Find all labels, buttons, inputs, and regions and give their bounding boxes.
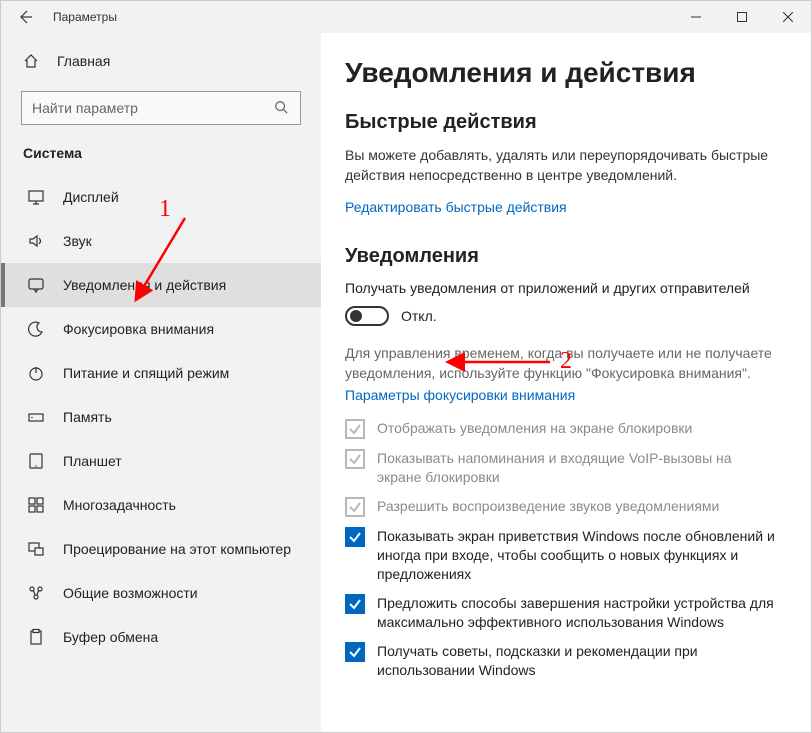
nav-list: Дисплей Звук Уведомления и действия Фоку… bbox=[1, 175, 321, 732]
nav-label: Общие возможности bbox=[63, 585, 198, 601]
close-icon bbox=[783, 12, 793, 22]
maximize-icon bbox=[737, 12, 747, 22]
search-icon bbox=[274, 100, 290, 116]
storage-icon bbox=[27, 408, 45, 426]
check-label: Получать советы, подсказки и рекомендаци… bbox=[377, 642, 775, 680]
checkbox[interactable] bbox=[345, 527, 365, 547]
check-setup-suggestions[interactable]: Предложить способы завершения настройки … bbox=[345, 594, 775, 632]
nav-clipboard[interactable]: Буфер обмена bbox=[1, 615, 321, 659]
home-nav[interactable]: Главная bbox=[1, 41, 321, 81]
toggle-row: Откл. bbox=[345, 306, 793, 326]
settings-window: Параметры Главная bbox=[0, 0, 812, 733]
toggle-label: Получать уведомления от приложений и дру… bbox=[345, 280, 793, 296]
body: Главная Система Дисплей Звук bbox=[1, 33, 811, 732]
nav-label: Память bbox=[63, 409, 112, 425]
checkbox[interactable] bbox=[345, 642, 365, 662]
nav-label: Проецирование на этот компьютер bbox=[63, 541, 291, 557]
window-title: Параметры bbox=[53, 10, 117, 24]
search-input[interactable] bbox=[32, 100, 274, 116]
search-box[interactable] bbox=[21, 91, 301, 125]
checkbox bbox=[345, 419, 365, 439]
toggle-state: Откл. bbox=[401, 308, 437, 324]
category-heading: Система bbox=[23, 145, 321, 161]
checkbox bbox=[345, 497, 365, 517]
check-label: Предложить способы завершения настройки … bbox=[377, 594, 775, 632]
projecting-icon bbox=[27, 540, 45, 558]
minimize-button[interactable] bbox=[673, 1, 719, 33]
titlebar: Параметры bbox=[1, 1, 811, 33]
nav-focus-assist[interactable]: Фокусировка внимания bbox=[1, 307, 321, 351]
checkbox[interactable] bbox=[345, 594, 365, 614]
nav-projecting[interactable]: Проецирование на этот компьютер bbox=[1, 527, 321, 571]
quick-actions-heading: Быстрые действия bbox=[345, 111, 793, 134]
focus-note: Для управления временем, когда вы получа… bbox=[345, 344, 775, 383]
maximize-button[interactable] bbox=[719, 1, 765, 33]
check-label: Показывать экран приветствия Windows пос… bbox=[377, 527, 775, 584]
sound-icon bbox=[27, 232, 45, 250]
nav-label: Буфер обмена bbox=[63, 629, 158, 645]
nav-label: Фокусировка внимания bbox=[63, 321, 214, 337]
display-icon bbox=[27, 188, 45, 206]
nav-shared[interactable]: Общие возможности bbox=[1, 571, 321, 615]
nav-label: Планшет bbox=[63, 453, 122, 469]
nav-label: Питание и спящий режим bbox=[63, 365, 229, 381]
check-label: Разрешить воспроизведение звуков уведомл… bbox=[377, 497, 719, 516]
notifications-icon bbox=[27, 276, 45, 294]
nav-label: Дисплей bbox=[63, 189, 119, 205]
check-tips[interactable]: Получать советы, подсказки и рекомендаци… bbox=[345, 642, 775, 680]
check-notification-sounds: Разрешить воспроизведение звуков уведомл… bbox=[345, 497, 775, 517]
nav-label: Звук bbox=[63, 233, 92, 249]
nav-power[interactable]: Питание и спящий режим bbox=[1, 351, 321, 395]
tablet-icon bbox=[27, 452, 45, 470]
page-title: Уведомления и действия bbox=[345, 57, 793, 89]
clipboard-icon bbox=[27, 628, 45, 646]
check-label: Отображать уведомления на экране блокиро… bbox=[377, 419, 692, 438]
check-lockscreen-notifications: Отображать уведомления на экране блокиро… bbox=[345, 419, 775, 439]
toggle-knob bbox=[350, 310, 362, 322]
nav-multitasking[interactable]: Многозадачность bbox=[1, 483, 321, 527]
check-label: Показывать напоминания и входящие VoIP-в… bbox=[377, 449, 775, 487]
checkbox bbox=[345, 449, 365, 469]
check-voip-lockscreen: Показывать напоминания и входящие VoIP-в… bbox=[345, 449, 775, 487]
home-icon bbox=[23, 53, 39, 69]
shared-icon bbox=[27, 584, 45, 602]
power-icon bbox=[27, 364, 45, 382]
close-button[interactable] bbox=[765, 1, 811, 33]
focus-assist-link[interactable]: Параметры фокусировки внимания bbox=[345, 387, 793, 403]
nav-storage[interactable]: Память bbox=[1, 395, 321, 439]
notifications-heading: Уведомления bbox=[345, 245, 793, 268]
quick-actions-desc: Вы можете добавлять, удалять или переупо… bbox=[345, 146, 775, 185]
nav-notifications[interactable]: Уведомления и действия bbox=[1, 263, 321, 307]
arrow-left-icon bbox=[17, 9, 33, 25]
sidebar: Главная Система Дисплей Звук bbox=[1, 33, 321, 732]
content-pane: Уведомления и действия Быстрые действия … bbox=[321, 33, 811, 732]
nav-label: Уведомления и действия bbox=[63, 277, 226, 293]
back-button[interactable] bbox=[1, 1, 49, 33]
moon-icon bbox=[27, 320, 45, 338]
notifications-toggle[interactable] bbox=[345, 306, 389, 326]
checkbox-list: Отображать уведомления на экране блокиро… bbox=[345, 419, 793, 679]
minimize-icon bbox=[691, 12, 701, 22]
home-label: Главная bbox=[57, 53, 110, 69]
nav-label: Многозадачность bbox=[63, 497, 176, 513]
edit-quick-actions-link[interactable]: Редактировать быстрые действия bbox=[345, 199, 567, 215]
multitasking-icon bbox=[27, 496, 45, 514]
nav-display[interactable]: Дисплей bbox=[1, 175, 321, 219]
nav-sound[interactable]: Звук bbox=[1, 219, 321, 263]
check-welcome-experience[interactable]: Показывать экран приветствия Windows пос… bbox=[345, 527, 775, 584]
nav-tablet[interactable]: Планшет bbox=[1, 439, 321, 483]
